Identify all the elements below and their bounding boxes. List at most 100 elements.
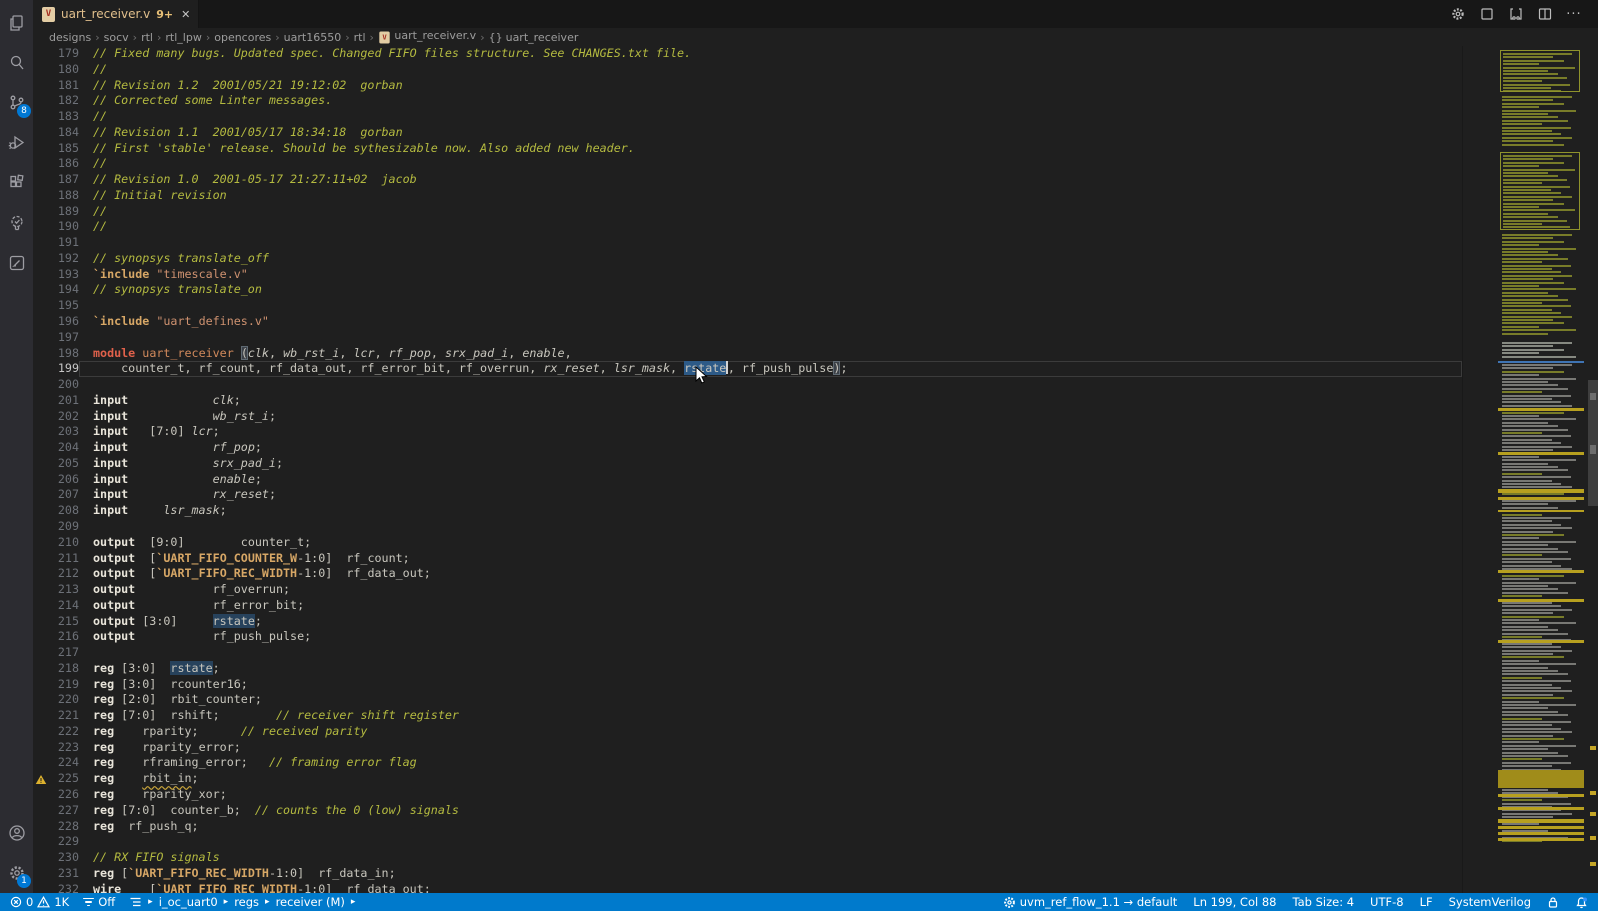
- glyph-margin: [33, 141, 49, 157]
- code-line[interactable]: 185// First 'stable' release. Should be …: [33, 141, 1462, 157]
- lock-indicator[interactable]: [1547, 896, 1559, 909]
- code-line[interactable]: 203input [7:0] lcr;: [33, 424, 1462, 440]
- code-line[interactable]: 231reg [`UART_FIFO_REC_WIDTH-1:0] rf_dat…: [33, 866, 1462, 882]
- code-line[interactable]: 215output [3:0] rstate;: [33, 614, 1462, 630]
- code-line[interactable]: 193`include "timescale.v": [33, 267, 1462, 283]
- code-line[interactable]: 212output [`UART_FIFO_REC_WIDTH-1:0] rf_…: [33, 566, 1462, 582]
- code-line[interactable]: 206input enable;: [33, 472, 1462, 488]
- code-line[interactable]: 197: [33, 330, 1462, 346]
- layout-square-icon[interactable]: [1477, 4, 1497, 24]
- code-line[interactable]: 216output rf_push_pulse;: [33, 629, 1462, 645]
- code-line[interactable]: 184// Revision 1.1 2001/05/17 18:34:18 g…: [33, 125, 1462, 141]
- glyph-margin: [33, 46, 49, 62]
- search-icon[interactable]: [0, 43, 33, 83]
- notifications[interactable]: [1575, 896, 1588, 909]
- cursor-position[interactable]: Ln 199, Col 88: [1193, 895, 1276, 909]
- code-line[interactable]: 182// Corrected some Linter messages.: [33, 93, 1462, 109]
- glyph-margin: [33, 440, 49, 456]
- code-line[interactable]: 201input clk;: [33, 393, 1462, 409]
- code-line[interactable]: 217: [33, 645, 1462, 661]
- code-line[interactable]: 209: [33, 519, 1462, 535]
- encoding[interactable]: UTF-8: [1370, 895, 1404, 909]
- code-line[interactable]: 187// Revision 1.0 2001-05-17 21:27:11+0…: [33, 172, 1462, 188]
- settings-gear-icon[interactable]: 1: [0, 853, 33, 893]
- source-control-icon[interactable]: 8: [0, 83, 33, 123]
- code-line[interactable]: 223reg rparity_error;: [33, 740, 1462, 756]
- run-debug-icon[interactable]: [0, 123, 33, 163]
- code-line[interactable]: 228reg rf_push_q;: [33, 819, 1462, 835]
- code-line[interactable]: 181// Revision 1.2 2001/05/21 19:12:02 g…: [33, 78, 1462, 94]
- language-mode[interactable]: SystemVerilog: [1449, 895, 1531, 909]
- code-line[interactable]: 186//: [33, 156, 1462, 172]
- code-line[interactable]: 192// synopsys translate_off: [33, 251, 1462, 267]
- breadcrumb-item-rtl[interactable]: rtl: [141, 31, 153, 44]
- tab-uart-receiver[interactable]: V uart_receiver.v 9+ ✕: [33, 0, 199, 28]
- flow-selector[interactable]: uvm_ref_flow_1.1 → default: [1003, 895, 1178, 909]
- breadcrumb-item-socv[interactable]: socv: [104, 31, 129, 44]
- code-line[interactable]: 208input lsr_mask;: [33, 503, 1462, 519]
- breadcrumb-item-opencores[interactable]: opencores: [214, 31, 271, 44]
- split-editor-icon[interactable]: [1535, 4, 1555, 24]
- code-line[interactable]: 232wire [`UART_FIFO_REC_WIDTH-1:0] rf_da…: [33, 882, 1462, 893]
- code-line[interactable]: 225reg rbit_in;: [33, 771, 1462, 787]
- breadcrumb-item-designs[interactable]: designs: [49, 31, 91, 44]
- breadcrumb-item-rtl_lpw[interactable]: rtl_lpw: [165, 31, 201, 44]
- code-line[interactable]: 219reg [3:0] rcounter16;: [33, 677, 1462, 693]
- indentation[interactable]: Tab Size: 4: [1292, 895, 1354, 909]
- line-number: 214: [49, 598, 79, 614]
- minimap[interactable]: [1496, 46, 1588, 893]
- code-line[interactable]: 189//: [33, 204, 1462, 220]
- code-line[interactable]: 224reg rframing_error; // framing error …: [33, 755, 1462, 771]
- code-line[interactable]: 227reg [7:0] counter_b; // counts the 0 …: [33, 803, 1462, 819]
- code-line[interactable]: 190//: [33, 219, 1462, 235]
- code-line[interactable]: 230// RX FIFO signals: [33, 850, 1462, 866]
- code-line[interactable]: 191: [33, 235, 1462, 251]
- scope-instance: i_oc_uart0: [159, 895, 218, 909]
- glyph-margin: [33, 661, 49, 677]
- code-line[interactable]: 199 counter_t, rf_count, rf_data_out, rf…: [33, 361, 1462, 377]
- code-line[interactable]: 179// Fixed many bugs. Updated spec. Cha…: [33, 46, 1462, 62]
- code-line[interactable]: 180//: [33, 62, 1462, 78]
- scope-breadcrumb[interactable]: ▸ i_oc_uart0 ▸ regs ▸ receiver (M) ▸: [129, 895, 357, 909]
- code-line[interactable]: 210output [9:0] counter_t;: [33, 535, 1462, 551]
- extensions-icon[interactable]: [0, 163, 33, 203]
- close-icon[interactable]: ✕: [181, 8, 190, 21]
- notes-edit-icon[interactable]: [0, 243, 33, 283]
- code-line[interactable]: 213output rf_overrun;: [33, 582, 1462, 598]
- breadcrumb-item-uart16550[interactable]: uart16550: [284, 31, 342, 44]
- code-line[interactable]: 196`include "uart_defines.v": [33, 314, 1462, 330]
- compare-changes-icon[interactable]: [1506, 4, 1526, 24]
- scrollbar[interactable]: [1588, 46, 1598, 893]
- code-line[interactable]: 204input rf_pop;: [33, 440, 1462, 456]
- breadcrumb-item-rtl[interactable]: rtl: [354, 31, 366, 44]
- code-line[interactable]: 221reg [7:0] rshift; // receiver shift r…: [33, 708, 1462, 724]
- breadcrumb-file[interactable]: V uart_receiver.v: [378, 29, 476, 45]
- breadcrumb-symbol[interactable]: {}uart_receiver: [489, 31, 579, 44]
- code-line[interactable]: 207input rx_reset;: [33, 487, 1462, 503]
- eol-sequence[interactable]: LF: [1420, 895, 1433, 909]
- code-line[interactable]: 205input srx_pad_i;: [33, 456, 1462, 472]
- more-actions-icon[interactable]: ···: [1564, 4, 1584, 24]
- code-line[interactable]: 195: [33, 298, 1462, 314]
- code-line[interactable]: 220reg [2:0] rbit_counter;: [33, 692, 1462, 708]
- code-line[interactable]: 226reg rparity_xor;: [33, 787, 1462, 803]
- line-number: 188: [49, 188, 79, 204]
- explorer-icon[interactable]: [0, 3, 33, 43]
- code-line[interactable]: 188// Initial revision: [33, 188, 1462, 204]
- line-content: input wb_rst_i;: [93, 409, 276, 425]
- account-icon[interactable]: [0, 813, 33, 853]
- code-line[interactable]: 211output [`UART_FIFO_COUNTER_W-1:0] rf_…: [33, 551, 1462, 567]
- gear-icon[interactable]: [1448, 4, 1468, 24]
- code-line[interactable]: 202input wb_rst_i;: [33, 409, 1462, 425]
- code-line[interactable]: 194// synopsys translate_on: [33, 282, 1462, 298]
- code-line[interactable]: 218reg [3:0] rstate;: [33, 661, 1462, 677]
- code-line[interactable]: 183//: [33, 109, 1462, 125]
- filter-toggle[interactable]: Off: [83, 895, 115, 909]
- code-line[interactable]: 214output rf_error_bit;: [33, 598, 1462, 614]
- testing-icon[interactable]: [0, 203, 33, 243]
- code-line[interactable]: 222reg rparity; // received parity: [33, 724, 1462, 740]
- code-line[interactable]: 229: [33, 834, 1462, 850]
- code-line[interactable]: 200: [33, 377, 1462, 393]
- code-line[interactable]: 198module uart_receiver (clk, wb_rst_i, …: [33, 346, 1462, 362]
- problems-indicator[interactable]: 0 1K: [10, 895, 69, 909]
